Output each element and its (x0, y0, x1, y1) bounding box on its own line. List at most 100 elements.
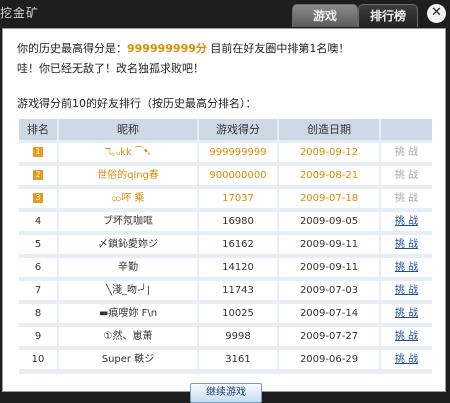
ranking-table: 排名 昵称 游戏得分 创造日期 1 ℸ｡ᵤkk ⁀➷ 999999999 2009-0… (19, 119, 432, 374)
challenge-link[interactable]: 挑 战 (381, 212, 432, 231)
column-divider (197, 281, 199, 300)
rank-cell: 8 (19, 304, 57, 323)
column-divider (197, 350, 199, 369)
column-divider (57, 304, 59, 323)
best-score-value: 999999999分 (127, 42, 207, 55)
rank-cell: 1 (19, 143, 57, 162)
column-divider (277, 258, 279, 277)
column-header-action (381, 119, 432, 140)
date-cell: 2009-07-14 (299, 308, 359, 319)
challenge-link[interactable]: 挑 战 (381, 235, 432, 254)
column-divider (57, 143, 59, 162)
score-cell: 17037 (222, 193, 254, 204)
rank-cell: 7 (19, 281, 57, 300)
table-row: 1 ℸ｡ᵤkk ⁀➷ 999999999 2009-09-12 挑 战 (19, 143, 432, 162)
date-cell: 2009-08-21 (299, 170, 359, 181)
score-cell: 9998 (225, 331, 251, 342)
column-divider (57, 281, 59, 300)
column-divider (277, 166, 279, 185)
column-divider (57, 166, 59, 185)
score-cell: 900000000 (209, 170, 267, 181)
column-divider (379, 189, 381, 208)
column-divider (379, 235, 381, 254)
ranking-heading: 游戏得分前10的好友排行（按历史最高分排名）： (17, 97, 257, 110)
column-divider (379, 258, 381, 277)
table-row: 9 ①然、崽萧 9998 2009-07-27 挑 战 (19, 327, 432, 346)
column-divider (197, 143, 199, 162)
column-divider (197, 235, 199, 254)
nickname-cell: ╲淺_吻-╯| (105, 285, 151, 296)
challenge-link[interactable]: 挑 战 (381, 258, 432, 277)
challenge-link: 挑 战 (394, 193, 419, 204)
column-divider (197, 166, 199, 185)
challenge-link[interactable]: 挑 战 (381, 304, 432, 323)
nickname-cell: 〆鎖鈊愛妳ジ (98, 239, 158, 250)
column-header-rank: 排名 (19, 119, 57, 140)
nickname-cell: Super 軼ジ (101, 354, 155, 365)
column-divider (197, 189, 199, 208)
tab-game[interactable]: 游戏 (292, 4, 358, 27)
column-divider (277, 327, 279, 346)
date-cell: 2009-07-27 (299, 331, 359, 342)
nickname-cell: ထ吥 乘 (111, 193, 145, 204)
score-cell: 16980 (222, 216, 254, 227)
best-score-prefix: 你的历史最高得分是： (17, 42, 127, 55)
best-score-line: 你的历史最高得分是：999999999分 目前在好友圈中排第1名噢！ (17, 40, 349, 56)
nickname-cell: ブ坏氖咖哐 (103, 216, 153, 227)
best-score-suffix: 目前在好友圈中排第1名噢！ (206, 42, 350, 55)
column-header-nickname: 昵称 (59, 119, 197, 140)
challenge-link[interactable]: 挑 战 (381, 327, 432, 346)
rank-cell: 2 (19, 166, 57, 185)
date-cell: 2009-09-12 (299, 147, 359, 158)
column-divider (57, 258, 59, 277)
column-divider (379, 166, 381, 185)
column-divider (277, 235, 279, 254)
close-icon[interactable]: ✕ (427, 4, 446, 23)
column-divider (197, 212, 199, 231)
table-row: 8 ▬痕嗖妳 F\n 10025 2009-07-14 挑 战 (19, 304, 432, 323)
rank-cell: 3 (19, 189, 57, 208)
score-cell: 3161 (225, 354, 251, 365)
challenge-link: 挑 战 (394, 147, 419, 158)
challenge-link[interactable]: 挑 战 (381, 350, 432, 369)
column-divider (197, 304, 199, 323)
nickname-cell: ▬痕嗖妳 F\n (98, 308, 158, 319)
column-divider (57, 235, 59, 254)
rank-number: 8 (34, 308, 42, 319)
column-divider (379, 281, 381, 300)
column-header-score: 游戏得分 (199, 119, 277, 140)
table-row: 5 〆鎖鈊愛妳ジ 16162 2009-09-11 挑 战 (19, 235, 432, 254)
column-divider (277, 143, 279, 162)
rank-number: 6 (34, 262, 42, 273)
score-cell: 10025 (222, 308, 254, 319)
column-divider (379, 143, 381, 162)
column-divider (277, 212, 279, 231)
date-cell: 2009-06-29 (299, 354, 359, 365)
table-row: 7 ╲淺_吻-╯| 11743 2009-07-03 挑 战 (19, 281, 432, 300)
score-cell: 16162 (222, 239, 254, 250)
table-row: 6 辛勤 14120 2009-09-11 挑 战 (19, 258, 432, 277)
rank-number: 9 (34, 331, 42, 342)
column-divider (277, 304, 279, 323)
column-divider (379, 304, 381, 323)
column-header-date: 创造日期 (279, 119, 379, 140)
score-cell: 14120 (222, 262, 254, 273)
date-cell: 2009-07-18 (299, 193, 359, 204)
date-cell: 2009-09-11 (299, 262, 359, 273)
rank-number: 4 (34, 216, 42, 227)
rank-number: 10 (31, 354, 45, 365)
challenge-link[interactable]: 挑 战 (381, 281, 432, 300)
tab-leaderboard[interactable]: 排行榜 (358, 4, 418, 27)
continue-game-button[interactable]: 继续游戏 (190, 383, 262, 403)
column-divider (277, 189, 279, 208)
rank-cell: 5 (19, 235, 57, 254)
rank-number: 5 (34, 239, 42, 250)
encouragement-text: 哇！你已经无敌了！改名独孤求败吧！ (17, 62, 204, 75)
table-row: 10 Super 軼ジ 3161 2009-06-29 挑 战 (19, 350, 432, 369)
column-divider (57, 350, 59, 369)
column-divider (379, 327, 381, 346)
column-divider (277, 281, 279, 300)
column-divider (277, 350, 279, 369)
table-row: 4 ブ坏氖咖哐 16980 2009-09-05 挑 战 (19, 212, 432, 231)
score-cell: 11743 (222, 285, 254, 296)
